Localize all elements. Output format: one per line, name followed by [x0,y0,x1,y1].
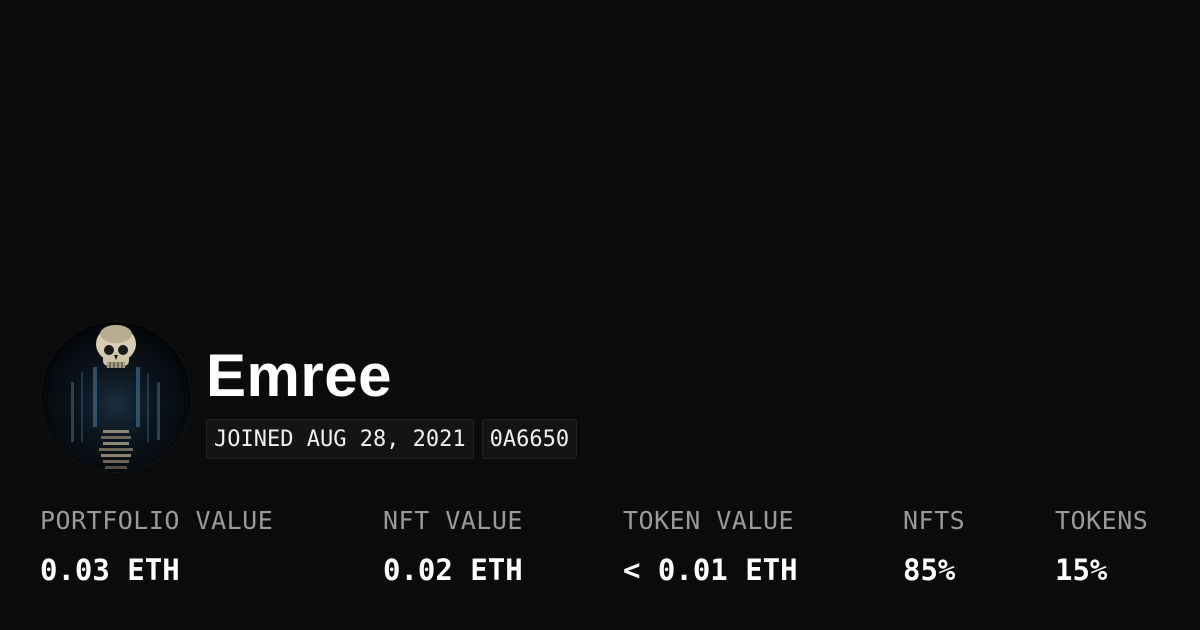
stat-nfts-share: NFTS 85% [903,500,965,591]
stat-label: TOKEN VALUE [623,506,795,535]
stat-label: PORTFOLIO VALUE [40,506,274,535]
share-card: Emree JOINED AUG 28, 2021 0A6650 PORTFOL… [0,0,1200,630]
profile-meta: JOINED AUG 28, 2021 0A6650 [206,419,578,459]
stat-value: 85% [903,553,956,587]
stat-label: NFT VALUE [383,506,523,535]
stat-nft-value: NFT VALUE 0.02 ETH [383,500,523,591]
joined-date-badge: JOINED AUG 28, 2021 [206,419,474,459]
stat-value: 15% [1055,553,1108,587]
stat-token-value: TOKEN VALUE < 0.01 ETH [623,500,798,591]
stats-row: PORTFOLIO VALUE 0.03 ETH NFT VALUE 0.02 … [0,500,1200,600]
address-badge: 0A6650 [481,419,578,459]
stat-label: TOKENS [1055,506,1149,535]
stat-value: 0.02 ETH [383,553,523,587]
avatar [40,321,192,473]
stat-value: 0.03 ETH [40,553,180,587]
stat-portfolio-value: PORTFOLIO VALUE 0.03 ETH [40,500,273,591]
stat-value: < 0.01 ETH [623,553,798,587]
profile-name: Emree [206,342,392,409]
stat-tokens-share: TOKENS 15% [1055,500,1148,591]
skull-avatar-icon [41,322,191,472]
stat-label: NFTS [903,506,966,535]
